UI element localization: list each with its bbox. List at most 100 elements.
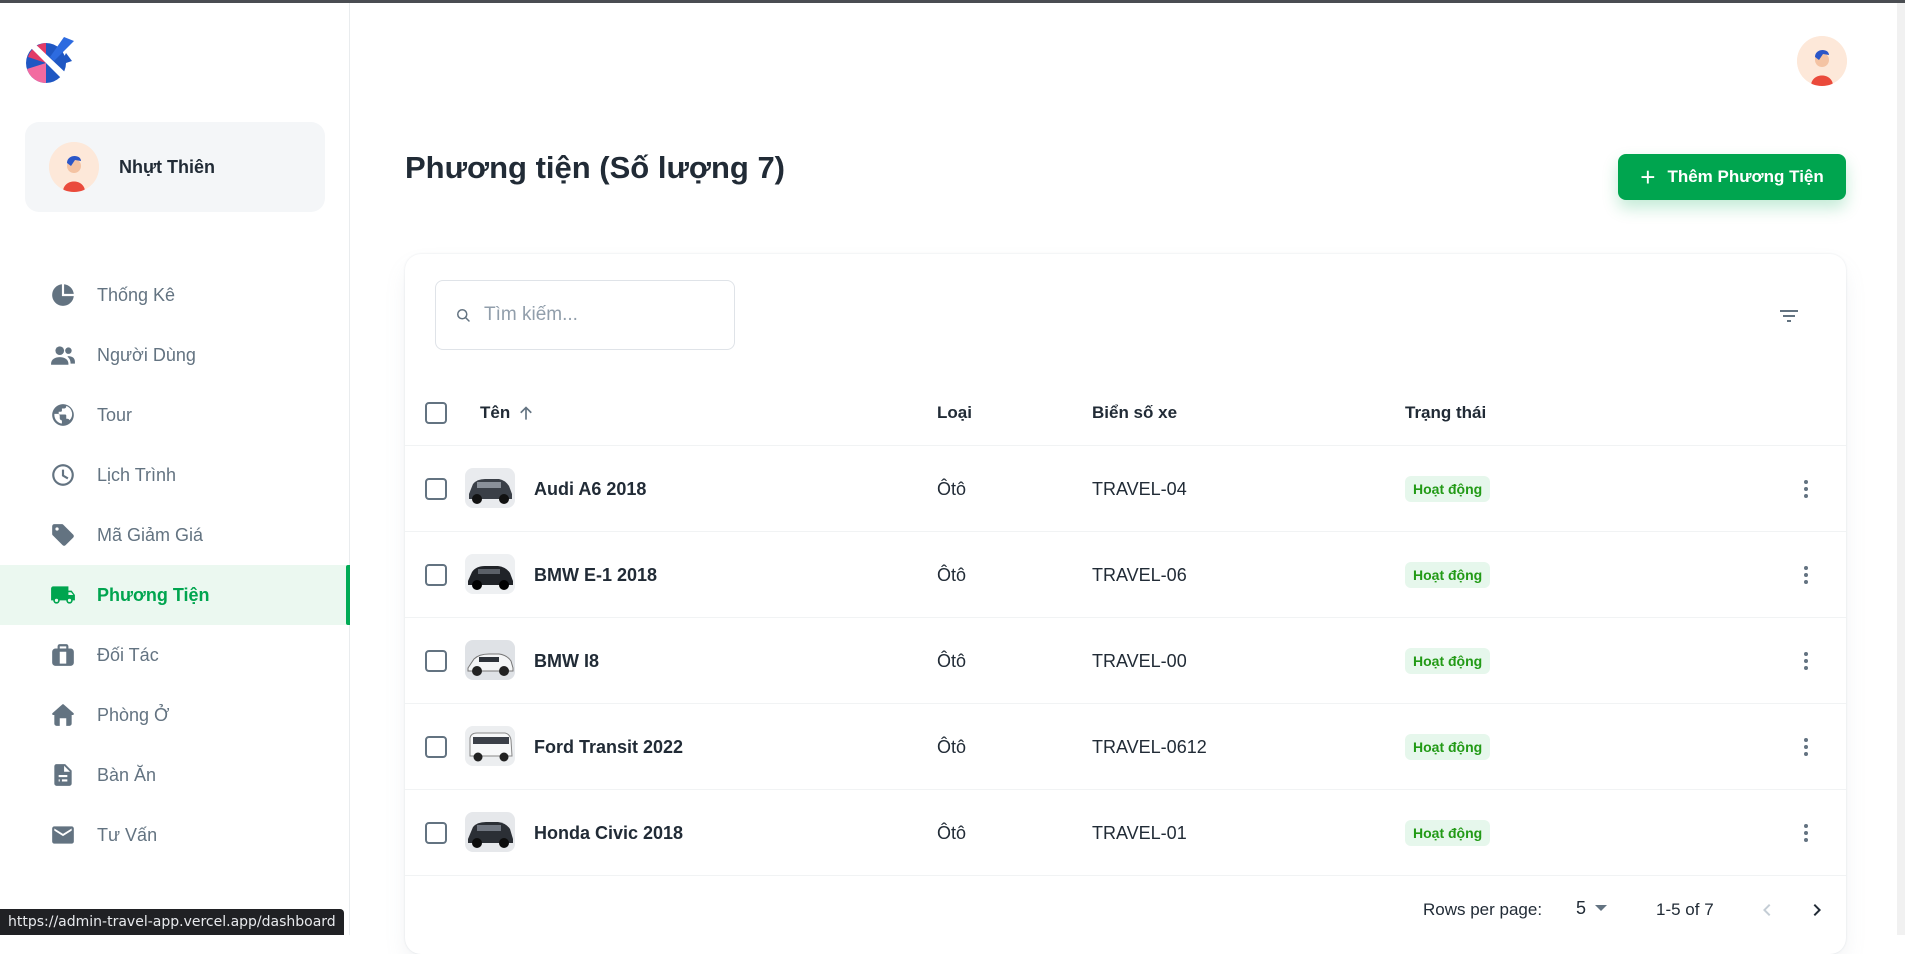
row-checkbox[interactable] [425,822,447,844]
sidebar-item-label: Phòng Ở [97,704,170,725]
arrow-up-icon [520,406,533,420]
sidebar-item-nguoi-dung[interactable]: Người Dùng [0,325,350,385]
vehicle-thumbnail [465,812,515,852]
vehicle-type: Ôtô [937,478,967,499]
more-vertical-icon[interactable] [1794,735,1818,759]
app-logo[interactable] [24,35,76,87]
sidebar-item-phong-o[interactable]: Phòng Ở [0,685,350,745]
vehicle-name: Audi A6 2018 [534,478,647,499]
pagination-range: 1-5 of 7 [1656,900,1714,919]
more-vertical-icon[interactable] [1794,563,1818,587]
briefcase-icon [50,642,76,668]
home-icon [50,702,76,728]
table-row[interactable]: BMW E-1 2018 Ôtô TRAVEL-06 Hoạt động [405,532,1846,618]
sidebar-nav: Thống Kê Người Dùng Tour Lịch Trình Mã G… [0,265,350,865]
status-badge: Hoạt động [1405,562,1491,588]
search-input[interactable]: Tìm kiếm... [435,280,735,350]
tag-icon [50,522,76,548]
truck-icon [50,582,76,608]
vehicle-plate: TRAVEL-01 [1092,822,1187,843]
vehicle-type: Ôtô [937,564,967,585]
chevron-right-icon[interactable] [1805,898,1829,922]
vehicle-thumbnail [465,726,515,766]
table-row[interactable]: BMW I8 Ôtô TRAVEL-00 Hoạt động [405,618,1846,704]
sidebar-item-label: Phương Tiện [97,584,210,605]
page-title: Phương tiện (Số lượng 7) [405,150,786,185]
row-checkbox[interactable] [425,564,447,586]
vehicle-type: Ôtô [937,650,967,671]
column-header-name[interactable]: Tên [480,380,536,446]
filter-list-icon[interactable] [1777,304,1801,328]
sidebar-item-label: Đối Tác [97,644,159,665]
vehicle-name: BMW E-1 2018 [534,564,658,585]
more-vertical-icon[interactable] [1794,649,1818,673]
status-badge: Hoạt động [1405,820,1491,846]
vehicle-name: BMW I8 [534,650,599,671]
clock-icon [50,462,76,488]
row-checkbox[interactable] [425,650,447,672]
sidebar-item-doi-tac[interactable]: Đối Tác [0,625,350,685]
table-header: Tên Loại Biển số xe Trạng thái [405,380,1846,446]
account-name: Nhựt Thiên [119,156,216,177]
vehicle-name: Honda Civic 2018 [534,822,684,843]
search-placeholder: Tìm kiếm... [484,304,578,325]
sidebar-item-lich-trinh[interactable]: Lịch Trình [0,445,350,505]
add-vehicle-label: Thêm Phương Tiện [1667,167,1824,186]
row-checkbox[interactable] [425,736,447,758]
vehicle-thumbnail [465,640,515,680]
vehicle-type: Ôtô [937,736,967,757]
sidebar-item-thong-ke[interactable]: Thống Kê [0,265,350,325]
table-row[interactable]: Ford Transit 2022 Ôtô TRAVEL-0612 Hoạt đ… [405,704,1846,790]
browser-status-url: https://admin-travel-app.vercel.app/dash… [0,909,344,935]
more-vertical-icon[interactable] [1794,477,1818,501]
search-icon [457,309,470,322]
sidebar-item-label: Thống Kê [97,284,176,305]
table-pagination: Rows per page: 5 1-5 of 7 [405,876,1846,942]
vehicle-thumbnail [465,468,515,508]
page-scrollbar[interactable] [1897,3,1905,935]
rows-per-page-select[interactable]: 5 [1576,898,1586,919]
chevron-left-icon[interactable] [1755,898,1779,922]
sidebar: Nhựt Thiên Thống Kê Người Dùng Tour Lịch… [0,3,350,935]
table-row[interactable]: Honda Civic 2018 Ôtô TRAVEL-01 Hoạt động [405,790,1846,876]
sidebar-item-ma-giam-gia[interactable]: Mã Giảm Giá [0,505,350,565]
row-checkbox[interactable] [425,478,447,500]
sidebar-item-label: Mã Giảm Giá [97,524,204,545]
sidebar-item-tour[interactable]: Tour [0,385,350,445]
sidebar-item-tu-van[interactable]: Tư Vấn [0,805,350,865]
status-badge: Hoạt động [1405,648,1491,674]
sidebar-item-label: Lịch Trình [97,464,177,485]
chevron-down-icon[interactable] [1595,905,1607,911]
mail-icon [50,822,76,848]
status-badge: Hoạt động [1405,734,1491,760]
vehicle-plate: TRAVEL-06 [1092,564,1187,585]
document-icon [50,762,76,788]
status-badge: Hoạt động [1405,476,1491,502]
plus-icon: + [1640,162,1656,192]
sidebar-item-phuong-tien[interactable]: Phương Tiện [0,565,350,625]
column-header-status[interactable]: Trạng thái [1405,380,1486,446]
sidebar-item-label: Tour [97,404,133,425]
sidebar-item-label: Bàn Ăn [97,764,157,785]
column-header-plate[interactable]: Biển số xe [1092,380,1177,446]
sidebar-item-label: Người Dùng [97,344,196,365]
vehicle-type: Ôtô [937,822,967,843]
more-vertical-icon[interactable] [1794,821,1818,845]
sidebar-item-label: Tư Vấn [97,824,158,845]
globe-icon [50,402,76,428]
avatar [49,142,99,192]
column-header-type[interactable]: Loại [937,380,972,446]
rows-per-page-label: Rows per page: [1423,900,1543,919]
pie-chart-icon [50,282,76,308]
sidebar-item-ban-an[interactable]: Bàn Ăn [0,745,350,805]
add-vehicle-button[interactable]: + Thêm Phương Tiện [1618,154,1846,200]
vehicle-plate: TRAVEL-00 [1092,650,1187,671]
vehicle-thumbnail [465,554,515,594]
vehicle-name: Ford Transit 2022 [534,736,684,757]
header-avatar[interactable] [1797,36,1847,86]
vehicle-plate: TRAVEL-04 [1092,478,1187,499]
table-row[interactable]: Audi A6 2018 Ôtô TRAVEL-04 Hoạt động [405,446,1846,532]
account-card[interactable]: Nhựt Thiên [25,122,325,212]
people-icon [50,342,76,368]
select-all-checkbox[interactable] [425,402,447,424]
